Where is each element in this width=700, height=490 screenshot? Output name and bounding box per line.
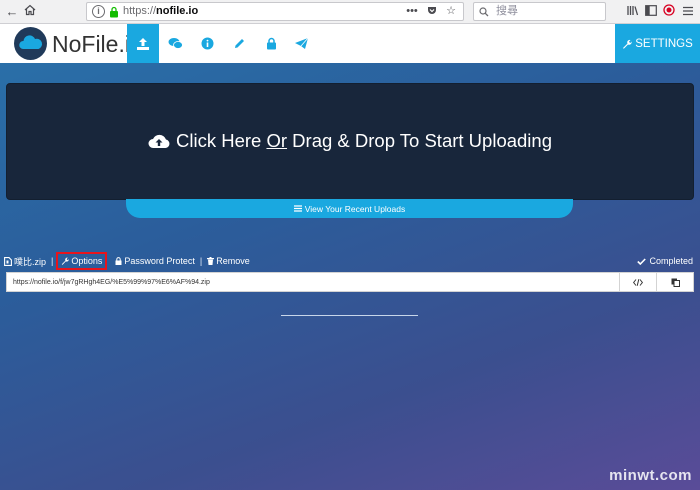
trash-icon [207, 257, 215, 265]
lock-icon [266, 37, 276, 50]
copy-link-button[interactable] [656, 273, 693, 291]
back-icon[interactable]: ← [3, 3, 21, 21]
options-button[interactable]: Options [56, 252, 108, 270]
remove-button[interactable]: Remove [207, 256, 250, 266]
lock-icon [115, 257, 122, 265]
file-name: 噗比.zip [4, 255, 46, 268]
send-icon [294, 37, 308, 49]
watermark: minwt.com [609, 467, 692, 484]
site-header: NoFile.io SETTINGS [0, 24, 700, 63]
padlock-icon [110, 6, 118, 18]
search-icon [479, 4, 489, 20]
chat-icon [168, 38, 183, 49]
recent-uploads-label: View Your Recent Uploads [304, 203, 406, 214]
file-actions-row: 噗比.zip | Options Password Protect | Remo… [4, 252, 250, 270]
tab-send[interactable] [285, 24, 317, 63]
upload-icon [137, 37, 149, 50]
more-actions-icon[interactable]: ••• [405, 3, 419, 20]
pencil-icon [234, 39, 244, 48]
extension-record-icon[interactable] [660, 3, 678, 21]
tab-chat[interactable] [159, 24, 191, 63]
tab-info[interactable] [191, 24, 223, 63]
tab-lock[interactable] [255, 24, 287, 63]
sidebar-icon[interactable] [642, 3, 660, 21]
cloud-upload-icon [148, 134, 170, 148]
menu-icon[interactable] [679, 3, 697, 21]
share-link-field[interactable]: https://nofile.io/f/jw7gRHgh4EG/%E5%99%9… [6, 272, 694, 292]
settings-label: SETTINGS [635, 37, 693, 50]
browser-toolbar: ← i https://nofile.io ••• ☆ 搜尋 [0, 0, 700, 24]
upload-prompt[interactable]: Click Here Or Drag & Drop To Start Uploa… [0, 130, 700, 152]
checkmark-icon [637, 257, 647, 265]
share-link-text[interactable]: https://nofile.io/f/jw7gRHgh4EG/%E5%99%9… [13, 273, 210, 292]
copy-icon [671, 278, 680, 287]
list-icon [293, 205, 302, 212]
embed-code-button[interactable] [619, 273, 656, 291]
bookmark-star-icon[interactable]: ☆ [444, 3, 458, 20]
file-archive-icon [4, 256, 12, 266]
pocket-icon[interactable] [425, 3, 439, 20]
home-icon[interactable] [21, 3, 39, 21]
address-bar[interactable]: i https://nofile.io ••• ☆ [86, 2, 464, 21]
tab-upload[interactable] [127, 24, 159, 63]
settings-button[interactable]: SETTINGS [615, 24, 700, 63]
wrench-icon [623, 39, 632, 49]
password-protect-button[interactable]: Password Protect [115, 256, 195, 266]
search-placeholder: 搜尋 [496, 5, 518, 17]
tab-edit[interactable] [223, 24, 255, 63]
recent-uploads-button[interactable]: View Your Recent Uploads [126, 199, 573, 218]
info-circle-icon [201, 37, 213, 50]
url-text: https://nofile.io [123, 5, 199, 17]
code-icon [633, 278, 643, 286]
wrench-icon [62, 257, 70, 265]
progress-divider [281, 315, 418, 316]
library-icon[interactable] [624, 3, 642, 21]
upload-status: Completed [637, 254, 693, 268]
logo-icon[interactable] [14, 27, 47, 60]
info-icon[interactable]: i [92, 5, 105, 18]
search-bar[interactable]: 搜尋 [473, 2, 606, 21]
